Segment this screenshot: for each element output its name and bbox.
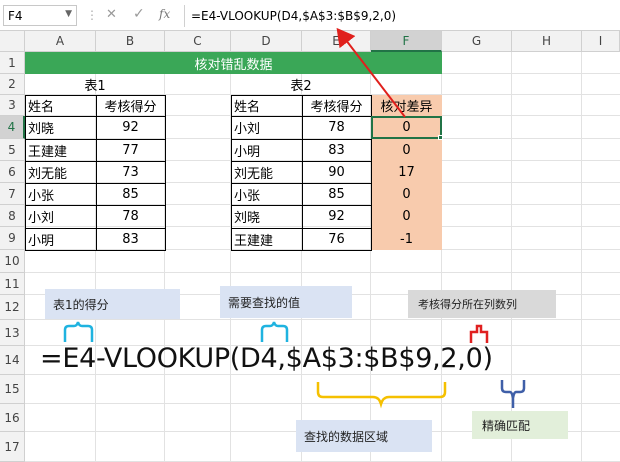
brace-exact-match bbox=[500, 380, 526, 408]
bracket-column-index bbox=[469, 324, 489, 343]
brace-table1-score bbox=[63, 321, 94, 342]
brace-lookup-value bbox=[260, 321, 289, 342]
pointer-arrow bbox=[336, 27, 406, 118]
brace-lookup-range bbox=[316, 382, 447, 409]
annotation-overlay bbox=[63, 27, 526, 409]
